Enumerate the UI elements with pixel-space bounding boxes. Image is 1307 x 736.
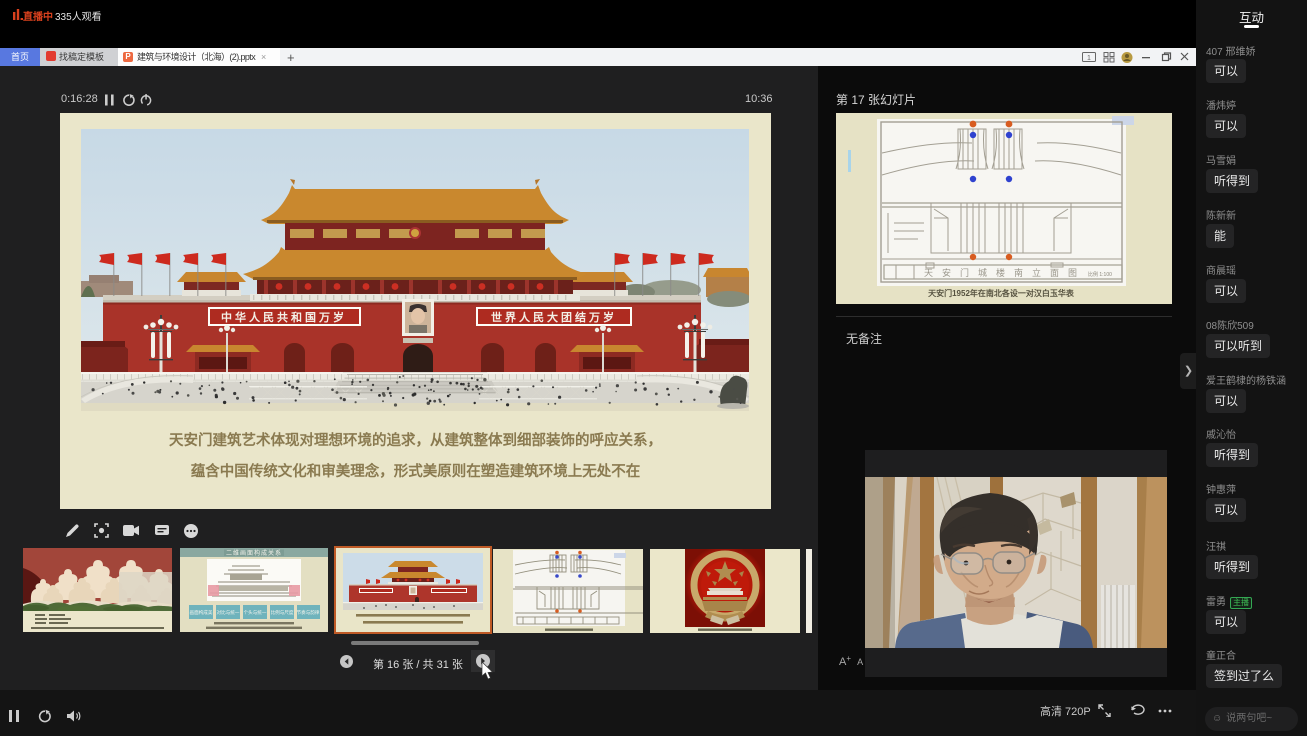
- svg-text:对比与统一: 对比与统一: [217, 609, 240, 616]
- svg-text:南: 南: [1014, 267, 1023, 278]
- svg-text:立: 立: [1032, 267, 1041, 278]
- svg-text:城: 城: [978, 268, 987, 278]
- svg-text:门: 门: [960, 267, 969, 278]
- svg-text:画面构成美: 画面构成美: [190, 609, 213, 616]
- svg-text:天安门1952年在南北各设一对汉白玉华表: 天安门1952年在南北各设一对汉白玉华表: [928, 288, 1075, 298]
- svg-text:楼: 楼: [996, 267, 1005, 278]
- svg-text:天: 天: [924, 268, 933, 278]
- svg-text:二维画面构成关系: 二维画面构成关系: [226, 549, 282, 557]
- svg-text:比例 1:100: 比例 1:100: [1088, 271, 1112, 278]
- svg-text:节奏与韵律: 节奏与韵律: [297, 609, 320, 616]
- svg-text:安: 安: [942, 267, 951, 278]
- svg-text:图: 图: [1068, 268, 1077, 278]
- svg-text:1: 1: [1087, 55, 1091, 62]
- svg-text:个头与统一: 个头与统一: [244, 609, 267, 616]
- svg-text:比例与尺度: 比例与尺度: [271, 609, 294, 616]
- svg-text:世界人民大团结万岁: 世界人民大团结万岁: [491, 310, 617, 324]
- svg-text:面: 面: [1050, 268, 1059, 278]
- svg-text:中华人民共和国万岁: 中华人民共和国万岁: [221, 310, 347, 324]
